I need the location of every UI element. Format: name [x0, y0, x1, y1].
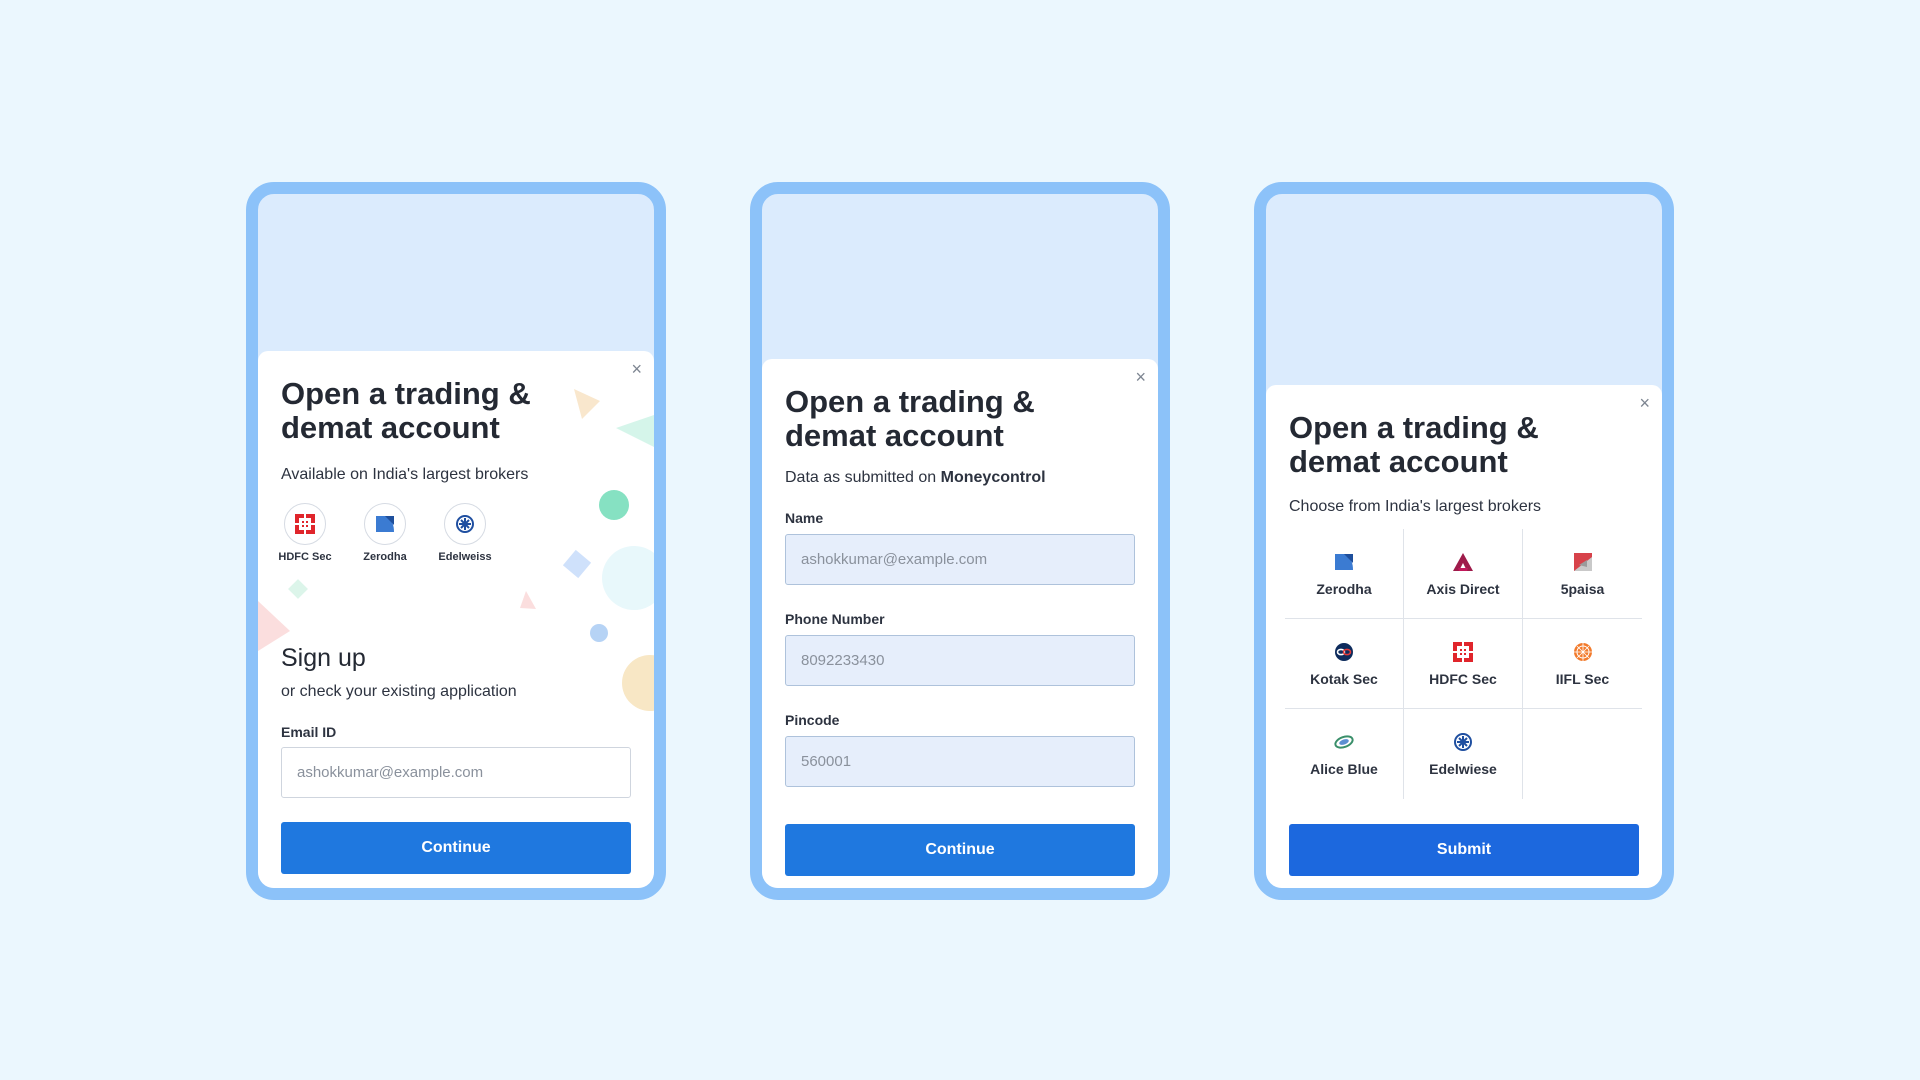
signup-title: Sign up [281, 644, 366, 672]
pincode-label: Pincode [785, 712, 840, 728]
broker-option-kotak[interactable]: Kotak Sec [1285, 619, 1404, 709]
broker-name: Alice Blue [1310, 761, 1378, 777]
zerodha-icon [1335, 553, 1353, 570]
kotak-icon [1335, 642, 1353, 661]
brand-name: Moneycontrol [940, 469, 1046, 486]
broker-chip-hdfc[interactable]: HDFC Sec [269, 503, 341, 563]
close-icon[interactable]: × [1135, 368, 1146, 386]
phone-label: Phone Number [785, 611, 885, 627]
subtitle: Available on India's largest brokers [281, 466, 529, 483]
name-field[interactable] [785, 534, 1135, 585]
broker-chip-edelweiss[interactable]: Edelweiss [429, 503, 501, 563]
phone-field[interactable] [785, 635, 1135, 686]
broker-select-sheet: × Open a trading & demat account Choose … [1266, 385, 1662, 888]
broker-grid: Zerodha Axis Direct 5paisa Kotak Sec HDF… [1285, 529, 1642, 799]
broker-name: Zerodha [1316, 580, 1372, 597]
broker-option-edelweiss[interactable]: Edelwiese [1404, 709, 1523, 799]
page-title: Open a trading & demat account [281, 376, 531, 445]
details-sheet: × Open a trading & demat account Data as… [762, 359, 1158, 888]
broker-name: Edelweiss [438, 551, 492, 563]
signup-sheet: × Open a trading & demat account Availab… [258, 351, 654, 888]
email-field[interactable] [281, 747, 631, 798]
zerodha-icon [364, 503, 406, 545]
hdfc-icon [1452, 640, 1474, 663]
broker-name: HDFC Sec [1429, 670, 1497, 687]
broker-name: 5paisa [1560, 580, 1605, 597]
edelweiss-icon [444, 503, 486, 545]
continue-button[interactable]: Continue [281, 822, 631, 874]
broker-select-screen: × Open a trading & demat account Choose … [1254, 182, 1674, 900]
subtitle: Choose from India's largest brokers [1289, 498, 1542, 515]
submit-button[interactable]: Submit [1289, 824, 1639, 876]
subtitle: Data as submitted on Moneycontrol [785, 469, 1046, 487]
iifl-icon [1573, 642, 1592, 661]
pincode-field[interactable] [785, 736, 1135, 787]
aliceblue-icon [1334, 735, 1354, 749]
broker-name: Axis Direct [1426, 580, 1500, 597]
email-label: Email ID [281, 724, 337, 740]
broker-option-axis[interactable]: Axis Direct [1404, 529, 1523, 619]
continue-button[interactable]: Continue [785, 824, 1135, 876]
page-title: Open a trading & demat account [785, 384, 1035, 453]
broker-name: HDFC Sec [278, 551, 332, 563]
broker-option-iifl[interactable]: IIFL Sec [1523, 619, 1642, 709]
edelweiss-icon [1454, 733, 1472, 751]
broker-option-aliceblue[interactable]: Alice Blue [1285, 709, 1404, 799]
close-icon[interactable]: × [631, 360, 642, 378]
broker-name: Zerodha [363, 551, 407, 563]
details-screen: × Open a trading & demat account Data as… [750, 182, 1170, 900]
broker-option-zerodha[interactable]: Zerodha [1285, 529, 1404, 619]
axis-icon [1453, 552, 1473, 571]
signup-subtitle: or check your existing application [281, 683, 517, 700]
subtitle-text: Data as submitted on [785, 469, 941, 486]
broker-name: Edelwiese [1429, 761, 1497, 777]
5paisa-icon [1573, 552, 1592, 571]
broker-name: IIFL Sec [1555, 670, 1610, 687]
broker-name: Kotak Sec [1310, 670, 1378, 687]
close-icon[interactable]: × [1639, 394, 1650, 412]
page-title: Open a trading & demat account [1289, 410, 1539, 479]
name-label: Name [785, 510, 824, 526]
broker-chip-zerodha[interactable]: Zerodha [349, 503, 421, 563]
hdfc-icon [284, 503, 326, 545]
broker-option-hdfc[interactable]: HDFC Sec [1404, 619, 1523, 709]
broker-option-5paisa[interactable]: 5paisa [1523, 529, 1642, 619]
empty-cell [1523, 709, 1642, 799]
signup-screen: × Open a trading & demat account Availab… [246, 182, 666, 900]
